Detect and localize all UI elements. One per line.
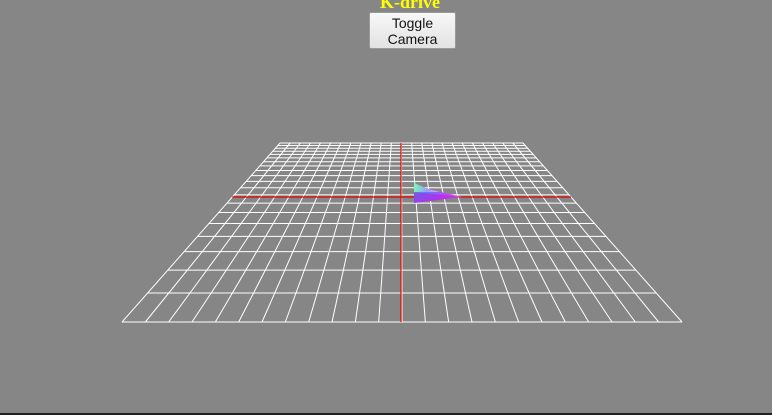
- grid-line: [461, 142, 543, 323]
- grid-line: [441, 142, 496, 323]
- grid-line: [284, 142, 352, 323]
- grid-line: [522, 142, 683, 323]
- grid-line: [261, 142, 342, 323]
- grid-line: [378, 142, 392, 323]
- grid-line: [431, 142, 473, 323]
- grid-line: [502, 142, 636, 323]
- grid-line: [451, 142, 520, 323]
- grid-line: [421, 142, 450, 323]
- grid-line: [121, 142, 281, 323]
- grid-line: [471, 142, 566, 323]
- grid-line: [168, 142, 301, 323]
- 3d-scene-canvas[interactable]: [0, 0, 772, 415]
- grid-line: [482, 142, 590, 323]
- grid-line: [411, 142, 426, 323]
- grid-line: [354, 142, 382, 323]
- grid-line: [191, 142, 311, 323]
- grid-line: [512, 142, 660, 323]
- ground-grid: [121, 142, 683, 323]
- grid-line: [331, 142, 372, 323]
- grid-line: [492, 142, 613, 323]
